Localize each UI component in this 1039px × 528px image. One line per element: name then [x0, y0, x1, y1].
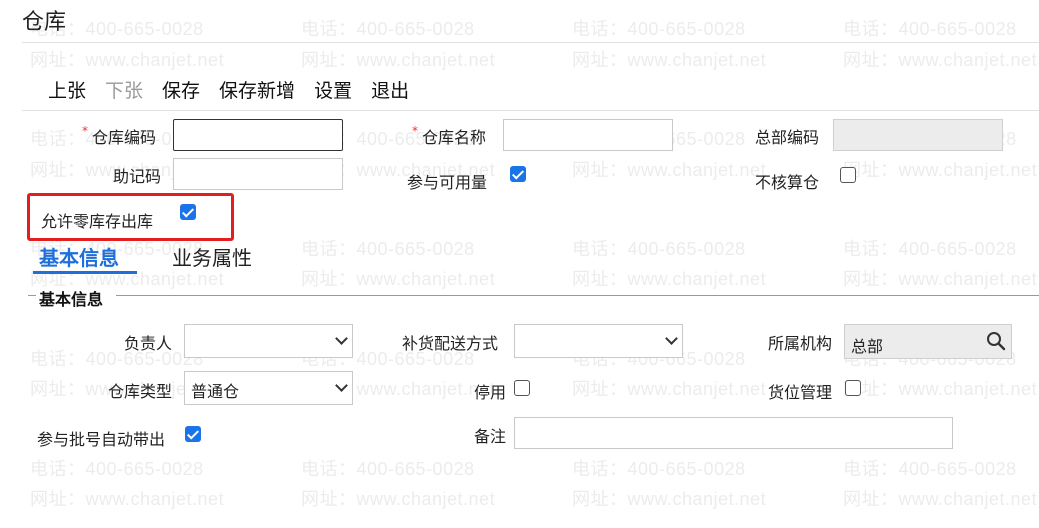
- watermark-site: 网址：www.chanjet.net: [301, 50, 496, 70]
- watermark-site: 网址：www.chanjet.net: [572, 160, 767, 180]
- title-divider: [22, 42, 1039, 43]
- exit-button[interactable]: 退出: [371, 76, 409, 103]
- manager-select[interactable]: [184, 324, 353, 358]
- warehouse-code-label: * 仓库编码: [82, 124, 156, 148]
- save-and-new-button[interactable]: 保存新增: [219, 76, 295, 103]
- page-title: 仓库: [22, 10, 67, 35]
- mnemonic-input[interactable]: [173, 158, 343, 190]
- watermark-phone: 电话：400-665-0028: [301, 239, 475, 259]
- search-icon[interactable]: [986, 331, 1006, 351]
- replenish-label: 补货配送方式: [402, 334, 499, 353]
- warehouse-name-input[interactable]: [503, 119, 673, 151]
- remark-label: 备注: [474, 427, 507, 446]
- prev-record-button[interactable]: 上张: [48, 76, 86, 103]
- watermark-phone: 电话：400-665-0028: [572, 459, 746, 479]
- watermark-phone: 电话：400-665-0028: [30, 459, 204, 479]
- available-qty-label: 参与可用量: [407, 173, 488, 192]
- no-costing-checkbox[interactable]: [840, 167, 856, 183]
- watermark-site: 网址：www.chanjet.net: [843, 160, 1038, 180]
- watermark-phone: 电话：400-665-0028: [301, 19, 475, 39]
- tab-business-props[interactable]: 业务属性: [172, 242, 252, 271]
- hq-code-label: 总部编码: [755, 128, 820, 147]
- toolbar: 上张 下张 保存 保存新增 设置 退出: [48, 76, 428, 103]
- hq-code-input[interactable]: [833, 119, 1003, 151]
- org-lookup[interactable]: 总部: [844, 324, 1012, 359]
- required-mark: *: [412, 124, 418, 138]
- location-mgmt-checkbox[interactable]: [845, 380, 861, 396]
- remark-input[interactable]: [514, 417, 953, 449]
- type-value: 普通仓: [191, 382, 240, 401]
- mnemonic-label: 助记码: [113, 167, 162, 186]
- allow-zero-stock-checkbox[interactable]: [180, 204, 196, 220]
- warehouse-code-input[interactable]: [173, 119, 343, 151]
- batch-auto-label: 参与批号自动带出: [37, 430, 166, 449]
- warehouse-name-label: * 仓库名称: [412, 124, 486, 148]
- watermark-phone: 电话：400-665-0028: [30, 349, 204, 369]
- chevron-down-icon: [665, 332, 678, 345]
- section-title: 基本信息: [39, 290, 104, 309]
- tab-basic-info[interactable]: 基本信息: [39, 242, 119, 271]
- watermark-site: 网址：www.chanjet.net: [572, 269, 767, 289]
- watermark-phone: 电话：400-665-0028: [572, 239, 746, 259]
- watermark-site: 网址：www.chanjet.net: [301, 489, 496, 509]
- required-mark: *: [82, 124, 88, 138]
- watermark-phone: 电话：400-665-0028: [843, 239, 1017, 259]
- manager-label: 负责人: [124, 334, 173, 353]
- watermark-site: 网址：www.chanjet.net: [843, 379, 1038, 399]
- watermark-site: 网址：www.chanjet.net: [843, 50, 1038, 70]
- location-mgmt-label: 货位管理: [768, 383, 833, 402]
- type-label: 仓库类型: [108, 382, 173, 401]
- watermark-site: 网址：www.chanjet.net: [572, 379, 767, 399]
- toolbar-divider: [22, 110, 1039, 111]
- watermark-site: 网址：www.chanjet.net: [30, 50, 225, 70]
- watermark-site: 网址：www.chanjet.net: [30, 489, 225, 509]
- warehouse-name-label-text: 仓库名称: [422, 128, 487, 147]
- section-divider-left: [28, 295, 36, 296]
- disable-checkbox[interactable]: [514, 380, 530, 396]
- watermark-site: 网址：www.chanjet.net: [572, 50, 767, 70]
- org-value: 总部: [851, 337, 884, 356]
- disable-label: 停用: [474, 383, 507, 402]
- watermark-phone: 电话：400-665-0028: [843, 19, 1017, 39]
- watermark-site: 网址：www.chanjet.net: [843, 269, 1038, 289]
- watermark-site: 网址：www.chanjet.net: [301, 269, 496, 289]
- chevron-down-icon: [335, 379, 348, 392]
- watermark-phone: 电话：400-665-0028: [572, 19, 746, 39]
- next-record-button[interactable]: 下张: [105, 76, 143, 103]
- settings-button[interactable]: 设置: [314, 76, 352, 103]
- no-costing-label: 不核算仓: [755, 173, 820, 192]
- org-label: 所属机构: [768, 334, 833, 353]
- chevron-down-icon: [335, 332, 348, 345]
- available-qty-checkbox[interactable]: [510, 166, 526, 182]
- section-divider-right: [116, 295, 1039, 296]
- type-select[interactable]: 普通仓: [184, 371, 353, 405]
- batch-auto-checkbox[interactable]: [185, 426, 201, 442]
- save-button[interactable]: 保存: [162, 76, 200, 103]
- watermark-site: 网址：www.chanjet.net: [572, 489, 767, 509]
- watermark-phone: 电话：400-665-0028: [843, 459, 1017, 479]
- watermark-phone: 电话：400-665-0028: [301, 459, 475, 479]
- active-tab-indicator: [33, 271, 137, 274]
- watermark-site: 网址：www.chanjet.net: [843, 489, 1038, 509]
- replenish-select[interactable]: [514, 324, 683, 358]
- allow-zero-stock-label: 允许零库存出库: [41, 212, 154, 231]
- warehouse-code-label-text: 仓库编码: [92, 128, 157, 147]
